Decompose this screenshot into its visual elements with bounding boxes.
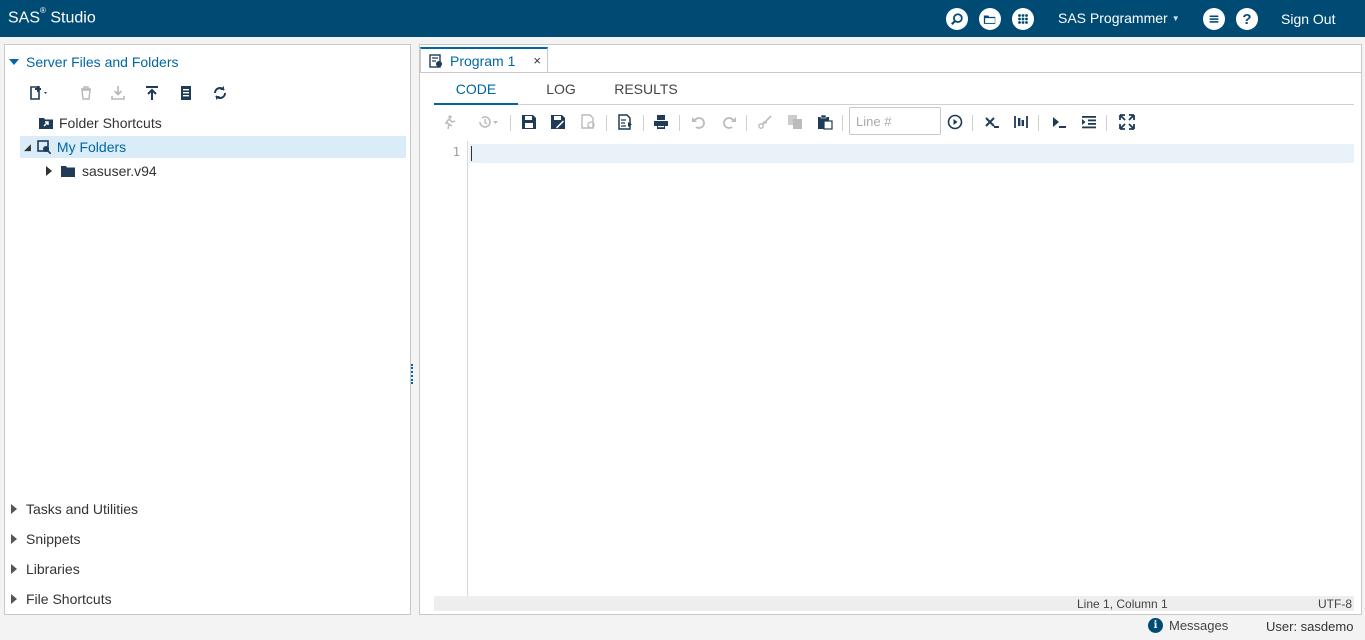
messages-label: Messages: [1169, 618, 1229, 633]
tab-code[interactable]: CODE: [434, 81, 518, 105]
close-icon[interactable]: ×: [533, 53, 541, 68]
toolbar-separator: [972, 115, 973, 131]
section-label: Libraries: [26, 561, 80, 577]
indent-icon[interactable]: [1078, 112, 1100, 132]
undo-icon[interactable]: [688, 112, 710, 132]
section-label: Tasks and Utilities: [26, 501, 139, 517]
expand-arrow-icon: [9, 59, 19, 65]
insert-snippet-icon[interactable]: [1048, 112, 1070, 132]
go-to-line-icon[interactable]: [944, 112, 966, 132]
perspective-menu[interactable]: SAS Programmer ▼: [1058, 10, 1180, 26]
print-icon[interactable]: [650, 112, 672, 132]
line-number-input[interactable]: [849, 107, 941, 135]
toolbar-separator: [510, 115, 511, 131]
section-title: Server Files and Folders: [26, 54, 179, 70]
section-label: Snippets: [26, 531, 81, 547]
top-bar: SAS® Studio SAS Programmer ▼ ? Sign Out: [0, 0, 1365, 37]
editor-toolbar: [434, 107, 1354, 137]
cut-icon[interactable]: [754, 112, 776, 132]
tab-log[interactable]: LOG: [534, 81, 588, 105]
expand-arrow-icon: [11, 594, 17, 604]
export-icon[interactable]: [577, 112, 599, 132]
info-icon: i: [1148, 618, 1163, 633]
toolbar-separator: [643, 115, 644, 131]
tab-label: Program 1: [450, 53, 516, 69]
sign-out-link[interactable]: Sign Out: [1281, 11, 1335, 27]
history-icon[interactable]: [472, 112, 504, 132]
app-title: SAS® Studio: [8, 6, 96, 27]
refresh-icon[interactable]: [209, 83, 231, 103]
messages-link[interactable]: i Messages: [1148, 618, 1228, 633]
expand-arrow-icon: [11, 504, 17, 514]
menu-list-icon[interactable]: [1203, 8, 1225, 30]
run-icon[interactable]: [438, 112, 460, 132]
tree-item-folder-shortcuts[interactable]: Folder Shortcuts: [39, 112, 239, 134]
section-tasks-and-utilities[interactable]: Tasks and Utilities: [11, 501, 138, 517]
redo-icon[interactable]: [718, 112, 740, 132]
folder-icon: [61, 166, 75, 177]
pane-splitter-handle[interactable]: [411, 364, 414, 384]
navigation-pane: Server Files and Folders Folder Shortcut…: [4, 44, 411, 615]
my-folders-icon: [37, 140, 51, 154]
editor-status-bar: Line 1, Column 1 UTF-8: [434, 596, 1354, 611]
tab-strip-divider: [420, 72, 1361, 73]
expand-arrow-icon[interactable]: [46, 166, 52, 176]
line-number-gutter: 1: [434, 141, 468, 596]
encoding-label: UTF-8: [1318, 597, 1352, 611]
help-icon[interactable]: ?: [1236, 8, 1258, 30]
text-cursor: [471, 146, 472, 161]
save-icon[interactable]: [518, 112, 540, 132]
format-code-icon[interactable]: [1010, 112, 1032, 132]
tab-results[interactable]: RESULTS: [614, 81, 678, 105]
properties-icon[interactable]: [175, 83, 197, 103]
new-item-icon[interactable]: [25, 83, 55, 103]
server-files-section-header[interactable]: Server Files and Folders: [9, 54, 179, 70]
tree-item-label: sasuser.v94: [82, 163, 157, 179]
paste-icon[interactable]: [814, 112, 836, 132]
download-icon[interactable]: [107, 83, 129, 103]
tree-item-label: My Folders: [56, 139, 127, 155]
tree-item-sasuser[interactable]: sasuser.v94: [46, 160, 246, 182]
section-libraries[interactable]: Libraries: [11, 561, 80, 577]
toolbar-separator: [606, 115, 607, 131]
expand-arrow-icon: [11, 564, 17, 574]
save-as-icon[interactable]: [547, 112, 569, 132]
section-snippets[interactable]: Snippets: [11, 531, 80, 547]
submit-file-icon[interactable]: [614, 112, 636, 132]
folder-shortcuts-icon: [39, 118, 53, 129]
code-editor[interactable]: 1: [434, 141, 1354, 596]
search-icon[interactable]: [946, 8, 968, 30]
toolbar-separator: [1106, 115, 1107, 131]
toolbar-separator: [1038, 115, 1039, 131]
toolbar-separator: [679, 115, 680, 131]
toolbar-separator: [842, 115, 843, 131]
section-label: File Shortcuts: [26, 591, 112, 607]
apps-grid-icon[interactable]: [1012, 8, 1034, 30]
editor-pane: Program 1 × CODE LOG RESULTS Line # 1 Li…: [419, 44, 1362, 615]
upload-icon[interactable]: [141, 83, 163, 103]
expand-arrow-icon: [11, 534, 17, 544]
tree-item-my-folders[interactable]: ◢ My Folders: [20, 136, 406, 158]
delete-icon[interactable]: [75, 83, 97, 103]
copy-icon[interactable]: [784, 112, 806, 132]
tree-item-label: Folder Shortcuts: [59, 115, 162, 131]
clear-code-icon[interactable]: [981, 112, 1003, 132]
program-file-icon: [429, 54, 442, 68]
collapse-arrow-icon[interactable]: ◢: [24, 142, 31, 153]
toolbar-separator: [746, 115, 747, 131]
user-label: User: sasdemo: [1266, 619, 1354, 634]
open-folder-icon[interactable]: [979, 8, 1001, 30]
maximize-icon[interactable]: [1116, 112, 1138, 132]
line-number: 1: [452, 145, 460, 159]
section-file-shortcuts[interactable]: File Shortcuts: [11, 591, 112, 607]
chevron-down-icon: ▼: [1171, 14, 1180, 23]
editor-subtabs: CODE LOG RESULTS: [434, 77, 1354, 105]
cursor-position: Line 1, Column 1: [1077, 597, 1168, 611]
current-line-highlight: [469, 144, 1354, 163]
tab-program-1[interactable]: Program 1 ×: [420, 47, 548, 73]
